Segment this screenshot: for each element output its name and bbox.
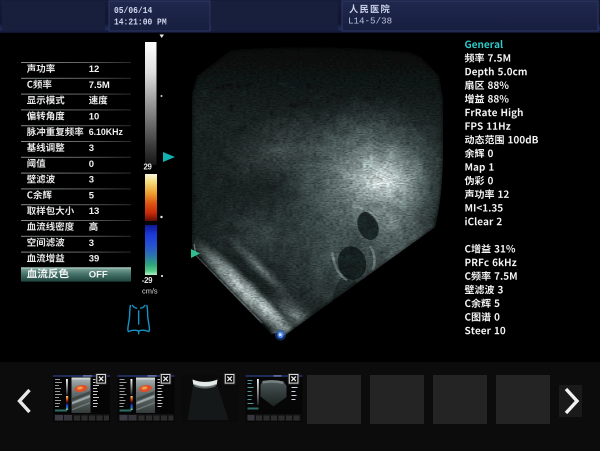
svg-text:3: 3: [89, 238, 94, 249]
svg-text:cm/s: cm/s: [142, 287, 158, 296]
svg-text:3: 3: [89, 143, 94, 154]
svg-text:12: 12: [89, 64, 100, 75]
svg-text:10: 10: [89, 111, 100, 122]
svg-text:39: 39: [89, 254, 100, 265]
svg-text:-29: -29: [142, 276, 153, 285]
svg-text:0: 0: [89, 159, 94, 170]
svg-text:29: 29: [144, 162, 153, 171]
svg-text:OFF: OFF: [89, 269, 108, 280]
svg-text:13: 13: [89, 206, 100, 217]
svg-text:05/06/14: 05/06/14: [114, 5, 152, 16]
svg-text:7.5M: 7.5M: [89, 80, 110, 91]
svg-text:14:21:00 PM: 14:21:00 PM: [114, 17, 167, 28]
svg-text:5: 5: [89, 190, 95, 201]
svg-text:L14-5/38: L14-5/38: [348, 16, 392, 27]
svg-text:6.10KHz: 6.10KHz: [89, 127, 124, 137]
svg-text:3: 3: [89, 175, 94, 186]
